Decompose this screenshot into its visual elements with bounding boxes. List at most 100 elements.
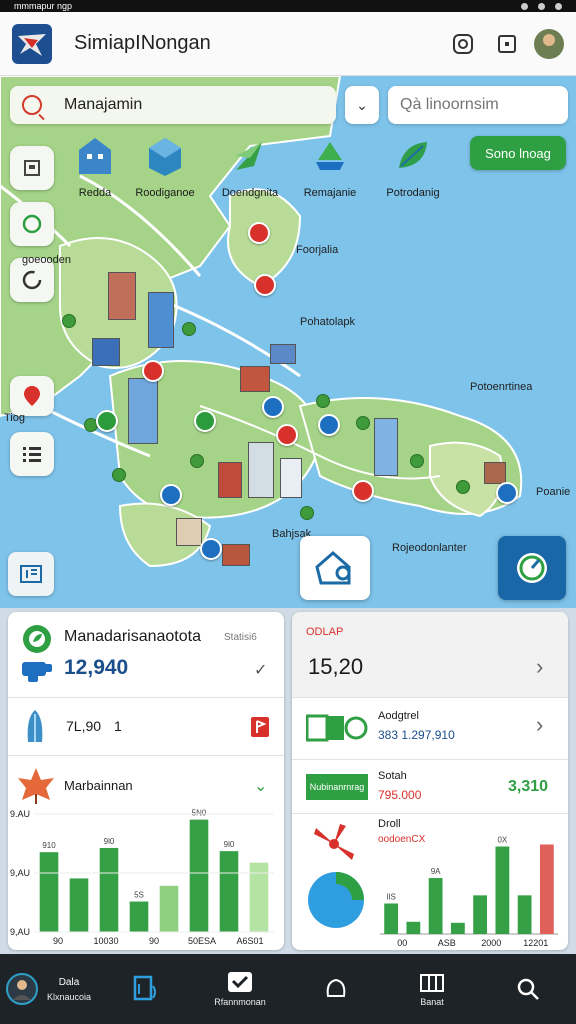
home-route-button[interactable] — [300, 536, 370, 600]
map-label: Rojeodonlanter — [392, 542, 467, 554]
bar — [69, 878, 89, 932]
map-pin-blue[interactable] — [200, 538, 222, 560]
instagram-icon[interactable] — [446, 27, 480, 61]
map-view[interactable]: Manajamin ⌄ Sono lnoag Tiog Redda Roodig… — [0, 76, 576, 608]
category-item-potrodanig[interactable]: Potrodanig — [368, 136, 458, 199]
layers-button[interactable] — [10, 146, 54, 190]
nav-item-documents[interactable] — [96, 954, 192, 1024]
leaf-icon — [399, 142, 427, 168]
grid-layer-button[interactable] — [8, 552, 54, 596]
left-bar-chart: 910 9l0 5S 5N0 9l0 90 10030 90 50ESA A6S01 9.AU 9,A… — [10, 809, 274, 946]
left-header-tag: Statisi6 — [224, 632, 257, 643]
locate-button[interactable] — [10, 202, 54, 246]
tick-label: 2000 — [481, 938, 501, 948]
check-icon: ✓ — [254, 662, 268, 679]
tick-label: 90 — [53, 936, 63, 946]
map-pin-red[interactable] — [142, 360, 164, 382]
nav-item-inbox[interactable]: Rfannmonan — [192, 954, 288, 1024]
bar — [129, 901, 149, 932]
data-label: 9l0 — [224, 840, 235, 849]
list-icon — [23, 447, 41, 462]
puzzle-icon — [22, 662, 52, 682]
map-pin-green[interactable] — [194, 410, 216, 432]
tree — [112, 468, 126, 482]
cube-icon — [149, 138, 181, 176]
map-pin-green[interactable] — [96, 410, 118, 432]
status-bar: mmmapur ngp — [0, 0, 576, 12]
right-row3-right-value: 3,310 — [508, 778, 549, 795]
data-label: 5N0 — [192, 809, 207, 818]
map-pin-red[interactable] — [248, 222, 270, 244]
nav-item-map[interactable]: Banat — [384, 954, 480, 1024]
grid-icon — [20, 565, 42, 583]
tick-label: 12201 — [523, 938, 548, 948]
nav-item-search[interactable] — [480, 954, 576, 1024]
chevron-right-icon[interactable]: › — [536, 712, 543, 738]
status-text: mmmapur ngp — [14, 1, 73, 11]
tree — [182, 322, 196, 336]
map-pin-red[interactable] — [352, 480, 374, 502]
chevron-down-icon[interactable]: ⌄ — [254, 776, 267, 796]
right-header-tag: ODLAP — [306, 626, 344, 638]
y-tick-label: 9,AU — [10, 927, 30, 937]
category-item-doendgnita[interactable]: Doendgnita — [205, 136, 295, 199]
chevron-right-icon[interactable]: › — [536, 654, 543, 680]
building — [176, 518, 202, 546]
left-chart-title: Marbainnan — [64, 778, 133, 793]
navigation-button[interactable] — [498, 536, 566, 600]
map-label: Pohatolapk — [300, 316, 356, 328]
chevron-down-icon[interactable]: ⌄ — [345, 86, 379, 124]
bar — [39, 852, 59, 932]
avatar[interactable] — [534, 28, 564, 59]
leaf-plane-icon — [236, 142, 262, 170]
tick-label: 00 — [397, 938, 407, 948]
category-item-remajanie[interactable]: Remajanie — [285, 136, 375, 199]
app-logo-icon[interactable] — [12, 23, 52, 64]
list-button[interactable] — [10, 432, 54, 476]
data-label: 910 — [42, 841, 56, 850]
building — [374, 418, 398, 476]
map-pin-red[interactable] — [276, 424, 298, 446]
tree — [410, 454, 424, 468]
pin-icon — [326, 978, 346, 997]
right-row-2[interactable]: Aodgtrel 383 1.297,910 › — [292, 698, 568, 760]
map-pin-red[interactable] — [254, 274, 276, 296]
nav-item-places[interactable] — [288, 954, 384, 1024]
right-stats-card: ODLAP 15,20 › Aodgtrel 383 1.297,910 › N… — [292, 612, 568, 950]
bar — [159, 885, 179, 932]
right-row-3[interactable]: Nubinanrnrag Sotah 795.000 3,310 — [292, 760, 568, 814]
pin-button[interactable] — [10, 376, 54, 416]
right-row3-title: Sotah — [378, 770, 407, 782]
category-item-roodiganoe[interactable]: Roodiganoe — [120, 136, 210, 199]
side-tag-label: Tiog — [4, 412, 25, 424]
right-chart-section: Droll oodoenCX lIS 9A 0X 00 ASB 2000 12201 — [292, 814, 568, 950]
check-mail-icon — [228, 972, 252, 992]
nav-item-profile[interactable]: Dala Klxnaucoia — [0, 954, 96, 1024]
map-pin-blue[interactable] — [496, 482, 518, 504]
left-row-2[interactable]: 7L,90 1 — [8, 698, 284, 756]
propeller-icon — [314, 824, 354, 860]
maple-leaf-icon — [18, 768, 54, 804]
left-header-row[interactable]: Manadarisanaotota Statisi6 12,940 ✓ — [8, 612, 284, 698]
tick-label: ASB — [438, 938, 456, 948]
square-icon[interactable] — [490, 27, 524, 61]
data-label: 9A — [431, 867, 441, 876]
secondary-search-input[interactable] — [388, 86, 568, 124]
building — [270, 344, 296, 364]
tree — [316, 394, 330, 408]
right-bar-chart: lIS 9A 0X 00 ASB 2000 12201 — [380, 836, 558, 948]
flag-badge-icon — [251, 717, 269, 737]
green-action-button[interactable]: Sono lnoag — [470, 136, 566, 170]
map-pin-blue[interactable] — [318, 414, 340, 436]
data-label: 0X — [497, 836, 507, 845]
right-row4-title: Droll — [378, 818, 401, 830]
map-pin-blue[interactable] — [160, 484, 182, 506]
right-row2-title: Aodgtrel — [378, 710, 419, 722]
stats-panels: Manadarisanaotota Statisi6 12,940 ✓ 7L,9… — [0, 608, 576, 954]
search-bar[interactable]: Manajamin — [10, 86, 336, 124]
map-pin-blue[interactable] — [262, 396, 284, 418]
right-header-row[interactable]: ODLAP 15,20 › — [292, 612, 568, 698]
category-label: Roodiganoe — [135, 187, 195, 199]
category-label: Remajanie — [303, 187, 357, 199]
compass-icon — [517, 553, 547, 583]
